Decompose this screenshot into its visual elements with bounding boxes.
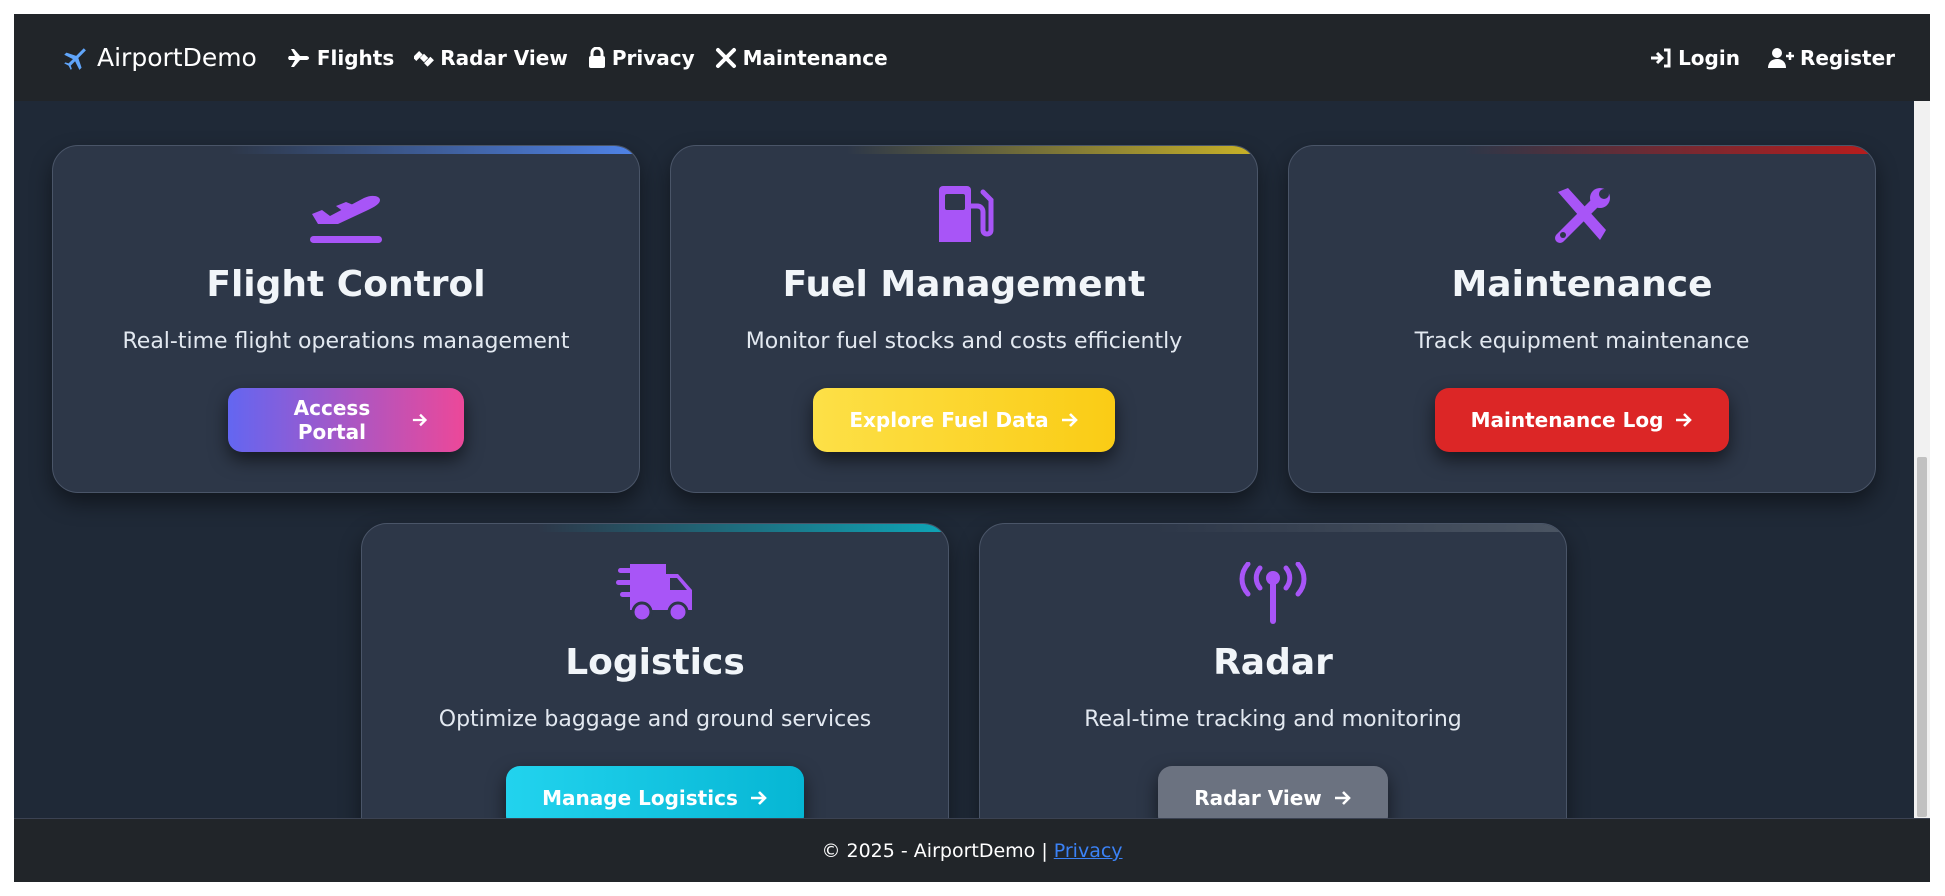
nav-register-label: Register	[1799, 45, 1895, 70]
access-portal-button[interactable]: Access Portal	[228, 388, 464, 452]
arrow-right-icon	[1334, 791, 1351, 805]
card-title: Flight Control	[206, 264, 486, 305]
arrow-right-icon	[412, 413, 427, 427]
radar-view-button[interactable]: Radar View	[1158, 766, 1388, 822]
nav-login[interactable]: Login	[1650, 46, 1740, 70]
card-description: Real-time flight operations management	[122, 329, 570, 354]
dashboard-content: Flight Control Real-time flight operatio…	[14, 101, 1914, 822]
plane-departure-icon	[310, 195, 382, 243]
card-flight-control: Flight Control Real-time flight operatio…	[52, 145, 640, 493]
card-description: Real-time tracking and monitoring	[1084, 707, 1462, 732]
user-plus-icon	[1767, 47, 1794, 68]
explore-fuel-data-button[interactable]: Explore Fuel Data	[813, 388, 1115, 452]
brand[interactable]: AirportDemo	[61, 43, 257, 72]
nav-flights[interactable]: Flights	[287, 46, 394, 70]
card-accent-bar	[671, 146, 1257, 154]
navbar: AirportDemo Flights Radar View Privacy M…	[14, 14, 1930, 101]
maintenance-log-button[interactable]: Maintenance Log	[1434, 388, 1730, 452]
card-accent-bar	[1289, 146, 1875, 154]
tools-icon	[1555, 188, 1610, 243]
lock-icon	[588, 46, 605, 68]
button-label: Explore Fuel Data	[849, 408, 1049, 432]
tower-broadcast-icon	[1239, 562, 1307, 624]
card-description: Monitor fuel stocks and costs efficientl…	[745, 329, 1183, 354]
button-label: Radar View	[1194, 786, 1322, 810]
nav-radar-view[interactable]: Radar View	[414, 46, 568, 70]
gas-pump-icon	[939, 186, 994, 242]
button-label: Access Portal	[293, 396, 371, 444]
nav-privacy[interactable]: Privacy	[588, 46, 695, 70]
sign-in-icon	[1651, 48, 1671, 67]
footer-copyright: © 2025 - AirportDemo |	[821, 840, 1048, 862]
nav-privacy-label: Privacy	[611, 45, 695, 70]
manage-logistics-button[interactable]: Manage Logistics	[506, 766, 804, 822]
card-title: Fuel Management	[782, 264, 1146, 305]
nav-login-label: Login	[1678, 45, 1740, 70]
nav-radar-view-label: Radar View	[440, 45, 568, 70]
card-title: Maintenance	[1451, 264, 1713, 305]
tools-icon	[715, 47, 736, 68]
card-description: Optimize baggage and ground services	[438, 707, 872, 732]
nav-flights-label: Flights	[316, 45, 395, 70]
nav-register[interactable]: Register	[1767, 45, 1895, 70]
plane-icon	[287, 48, 309, 67]
card-title: Logistics	[565, 642, 745, 683]
card-accent-bar	[53, 146, 639, 154]
card-description: Track equipment maintenance	[1414, 329, 1750, 354]
plane-logo-icon	[64, 47, 86, 70]
arrow-right-icon	[750, 791, 767, 805]
arrow-right-icon	[1676, 413, 1693, 427]
vertical-scrollbar[interactable]	[1914, 101, 1930, 822]
card-fuel-management: Fuel Management Monitor fuel stocks and …	[670, 145, 1258, 493]
card-radar: Radar Real-time tracking and monitoring …	[979, 523, 1567, 822]
card-logistics: Logistics Optimize baggage and ground se…	[361, 523, 949, 822]
truck-fast-icon	[616, 564, 692, 623]
nav-maintenance-label: Maintenance	[742, 45, 888, 70]
button-label: Manage Logistics	[542, 786, 738, 810]
button-label: Maintenance Log	[1470, 408, 1664, 432]
brand-name: AirportDemo	[97, 43, 257, 72]
card-maintenance: Maintenance Track equipment maintenance …	[1288, 145, 1876, 493]
scrollbar-thumb[interactable]	[1917, 457, 1927, 817]
satellite-icon	[414, 50, 435, 67]
card-accent-bar	[362, 524, 948, 532]
arrow-right-icon	[1061, 413, 1078, 427]
card-title: Radar	[1213, 642, 1333, 683]
nav-maintenance[interactable]: Maintenance	[715, 46, 888, 70]
footer-privacy-link[interactable]: Privacy	[1054, 840, 1123, 862]
app-frame: AirportDemo Flights Radar View Privacy M…	[14, 14, 1930, 882]
footer: © 2025 - AirportDemo | Privacy	[14, 818, 1930, 882]
card-accent-bar	[980, 524, 1566, 532]
